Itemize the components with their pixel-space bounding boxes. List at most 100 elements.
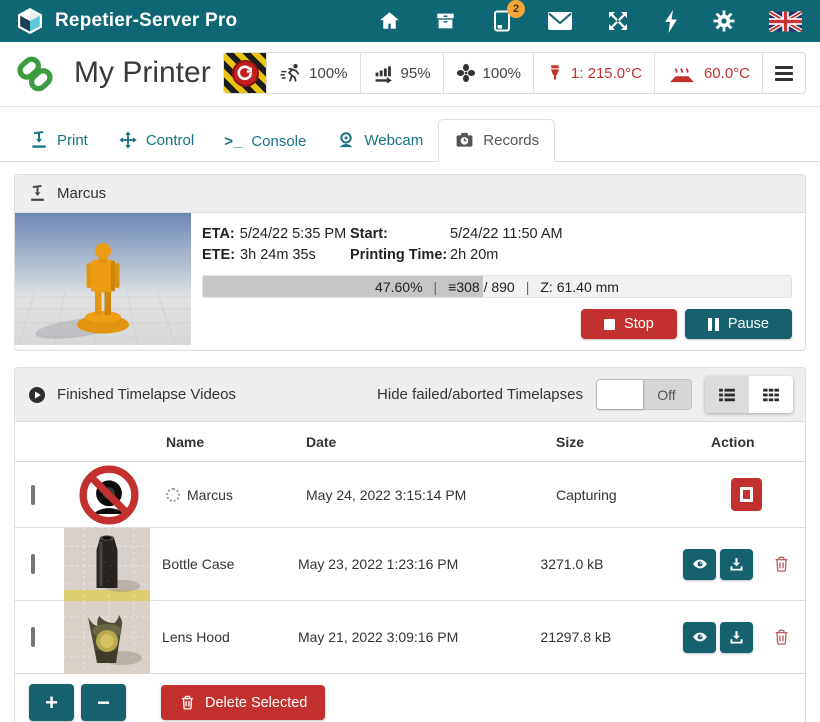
lens-hood-thumbnail[interactable]	[64, 601, 150, 674]
tab-webcam-label: Webcam	[364, 132, 423, 149]
printer-tabs: Print Control >_ Console Webcam Records	[0, 107, 820, 162]
ete-label: ETE:	[202, 245, 235, 266]
stop-recording-button[interactable]	[731, 478, 762, 511]
row-checkbox[interactable]	[31, 485, 35, 505]
emergency-stop-icon[interactable]	[224, 52, 266, 94]
pause-button[interactable]: Pause	[685, 309, 792, 339]
timelapse-header: Finished Timelapse Videos Hide failed/ab…	[15, 368, 805, 422]
print-progress-bar: 47.60% | ≡308 / 890 | Z: 61.40 mm	[202, 275, 792, 298]
job-details: ETA:5/24/22 5:35 PM Start:5/24/22 11:50 …	[191, 213, 805, 350]
select-all-button[interactable]: +	[29, 684, 74, 721]
progress-percent: 47.60%	[375, 279, 422, 295]
bed-temp-segment[interactable]: 60.0°C	[654, 53, 762, 93]
navbar-icon-group: 2	[378, 8, 802, 34]
col-header-name: Name	[159, 434, 299, 450]
deselect-all-button[interactable]: −	[81, 684, 126, 721]
tab-console[interactable]: >_ Console	[209, 123, 321, 161]
timelapse-size: 3271.0 kB	[533, 556, 679, 572]
download-icon	[728, 629, 745, 646]
job-printer-icon	[28, 184, 47, 203]
progress-text: 47.60% | ≡308 / 890 | Z: 61.40 mm	[203, 276, 791, 297]
heated-bed-icon	[667, 62, 697, 84]
speed-segment[interactable]: 100%	[266, 53, 359, 93]
download-video-button[interactable]	[720, 622, 753, 653]
tab-control[interactable]: Control	[103, 120, 209, 161]
grid-view-icon	[760, 385, 782, 405]
toggle-state: Off	[642, 380, 691, 409]
trash-icon	[772, 627, 791, 647]
printer-name-title: My Printer	[74, 56, 211, 90]
job-preview-image[interactable]	[15, 213, 191, 345]
printer-header: My Printer 100% 95% 100% 1: 215.0°C	[0, 42, 820, 107]
emergency-stop-segment[interactable]	[224, 53, 266, 93]
connection-link-icon	[14, 54, 56, 92]
list-view-button[interactable]	[705, 376, 749, 413]
language-flag-icon[interactable]	[769, 11, 802, 32]
view-video-button[interactable]	[683, 549, 716, 580]
extruder-temp-segment[interactable]: 1: 215.0°C	[533, 53, 654, 93]
app-logo-icon[interactable]	[16, 7, 44, 35]
top-navbar: Repetier-Server Pro 2	[0, 0, 820, 42]
z-height: Z: 61.40 mm	[540, 279, 619, 295]
current-job-panel: Marcus	[14, 174, 806, 351]
download-video-button[interactable]	[720, 549, 753, 580]
table-row: Lens Hood May 21, 2022 3:09:16 PM 21297.…	[15, 601, 805, 674]
power-icon[interactable]	[663, 9, 679, 34]
grid-view-button[interactable]	[749, 376, 793, 413]
notification-badge: 2	[507, 0, 525, 18]
stop-icon	[604, 319, 615, 330]
tab-records[interactable]: Records	[438, 119, 555, 162]
delete-video-button[interactable]	[772, 627, 791, 647]
view-video-button[interactable]	[683, 622, 716, 653]
flow-segment[interactable]: 95%	[360, 53, 443, 93]
list-view-icon	[716, 385, 738, 405]
fan-segment[interactable]: 100%	[443, 53, 533, 93]
archive-box-icon[interactable]	[434, 10, 457, 32]
eta-value: 5/24/22 5:35 PM	[240, 224, 346, 245]
timelapse-size: 21297.8 kB	[533, 629, 679, 645]
settings-gear-icon[interactable]	[712, 9, 736, 33]
bottle-case-thumbnail[interactable]	[64, 528, 150, 601]
printing-time-value: 2h 20m	[450, 245, 498, 266]
extruder-icon	[546, 63, 564, 84]
console-tab-icon: >_	[224, 133, 243, 150]
delete-video-button[interactable]	[772, 554, 791, 574]
print-tab-icon	[29, 130, 49, 150]
trash-icon	[772, 554, 791, 574]
timelapse-name-cell: Marcus	[159, 487, 299, 503]
fullscreen-icon[interactable]	[606, 9, 630, 33]
toggle-knob[interactable]	[597, 380, 644, 409]
printer-menu-segment[interactable]	[762, 53, 805, 93]
tab-print-label: Print	[57, 132, 88, 149]
hide-failed-toggle[interactable]: Off	[596, 379, 692, 410]
row-checkbox[interactable]	[31, 627, 35, 647]
delete-selected-button[interactable]: Delete Selected	[161, 685, 325, 720]
play-circle-icon	[27, 385, 47, 405]
ete-value: 3h 24m 35s	[240, 245, 316, 266]
webcam-tab-icon	[336, 130, 356, 150]
stop-button[interactable]: Stop	[581, 309, 677, 339]
fan-icon	[456, 63, 476, 83]
eye-icon	[690, 556, 710, 572]
col-header-date: Date	[299, 434, 549, 450]
printing-time-label: Printing Time:	[350, 245, 450, 266]
speed-value: 100%	[309, 65, 347, 82]
download-icon	[728, 556, 745, 573]
hamburger-menu-icon[interactable]	[775, 66, 793, 81]
messages-icon[interactable]	[547, 11, 573, 31]
tab-webcam[interactable]: Webcam	[321, 120, 438, 161]
row-checkbox[interactable]	[31, 554, 35, 574]
job-panel-body: ETA:5/24/22 5:35 PM Start:5/24/22 11:50 …	[15, 213, 805, 350]
job-buttons: Stop Pause	[202, 309, 792, 339]
timelapse-title: Finished Timelapse Videos	[57, 386, 236, 403]
col-header-action: Action	[699, 434, 805, 450]
eye-icon	[690, 629, 710, 645]
tab-print[interactable]: Print	[14, 120, 103, 161]
print-jobs-icon[interactable]: 2	[490, 8, 514, 34]
timelapse-date: May 21, 2022 3:09:16 PM	[291, 629, 533, 645]
timelapse-name: Bottle Case	[155, 556, 291, 572]
printer-status-bar: 100% 95% 100% 1: 215.0°C 60.0°C	[223, 52, 806, 94]
layer-counter: ≡308 / 890	[448, 279, 515, 295]
home-icon[interactable]	[378, 10, 401, 32]
table-row: Bottle Case May 23, 2022 1:23:16 PM 3271…	[15, 528, 805, 601]
